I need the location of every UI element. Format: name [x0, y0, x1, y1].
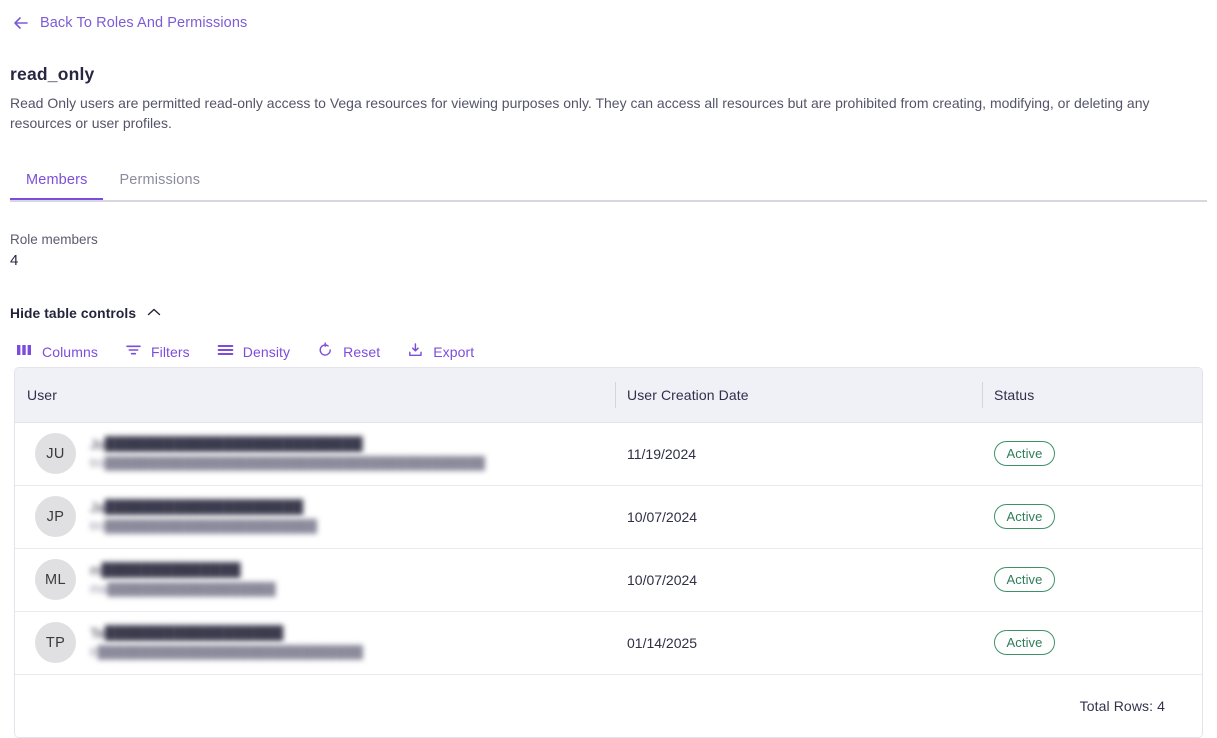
cell-creation-date: 10/07/2024	[615, 485, 982, 549]
user-text: Ja████████████████████ tro██████████████…	[90, 499, 317, 534]
user-email: tro████████████████████████	[90, 519, 318, 533]
cell-status: Active	[982, 548, 1202, 612]
cell-status: Active	[982, 422, 1202, 486]
table-row[interactable]: JP Ja████████████████████ tro███████████…	[15, 485, 1202, 549]
user-text: Te██████████████████ tr█████████████████…	[90, 625, 363, 660]
total-rows-label: Total Rows: 4	[1079, 697, 1165, 714]
tab-permissions[interactable]: Permissions	[103, 164, 216, 200]
table-toolbar: Columns Filters Density Reset Export	[14, 339, 499, 364]
cell-creation-date: 10/07/2024	[615, 548, 982, 612]
members-table: User User Creation Date Status JU Jo████…	[15, 368, 1202, 675]
table-header-row: User User Creation Date Status	[15, 368, 1202, 423]
tab-members[interactable]: Members	[10, 164, 103, 200]
user-name: Jo██████████████████████████	[90, 436, 363, 452]
back-link-label: Back To Roles And Permissions	[40, 14, 248, 31]
table-footer: Total Rows: 4	[15, 674, 1202, 737]
role-members-count: 4	[10, 252, 19, 269]
hide-table-controls-label: Hide table controls	[10, 305, 137, 321]
chevron-up-icon	[147, 304, 161, 322]
cell-user: JP Ja████████████████████ tro███████████…	[15, 485, 615, 549]
download-icon	[407, 342, 424, 361]
role-description: Read Only users are permitted read-only …	[10, 95, 1150, 131]
reset-label: Reset	[343, 343, 381, 360]
cell-status: Active	[982, 611, 1202, 675]
filter-icon	[125, 342, 142, 361]
filters-label: Filters	[150, 343, 190, 360]
columns-label: Columns	[42, 343, 98, 360]
user-identity: ML m██████████████ ma███████████████████	[27, 559, 615, 600]
user-email: tro█████████████████████████████████████…	[90, 456, 486, 470]
role-members-label: Role members	[10, 232, 98, 247]
tablist: Members Permissions	[10, 164, 1207, 202]
page-title: read_only	[10, 64, 95, 84]
user-name: m██████████████	[90, 562, 241, 578]
hide-table-controls-toggle[interactable]: Hide table controls	[10, 304, 161, 322]
role-header: read_only Read Only users are permitted …	[10, 64, 1203, 133]
column-header-status[interactable]: Status	[982, 368, 1202, 423]
arrow-left-icon	[12, 14, 30, 32]
user-identity: TP Te██████████████████ tr██████████████…	[27, 622, 615, 663]
status-badge: Active	[994, 504, 1055, 529]
user-email: tr██████████████████████████████	[90, 645, 364, 659]
user-identity: JP Ja████████████████████ tro███████████…	[27, 496, 615, 537]
avatar: JP	[35, 496, 76, 537]
members-table-card: User User Creation Date Status JU Jo████…	[14, 367, 1203, 738]
cell-user: TP Te██████████████████ tr██████████████…	[15, 611, 615, 675]
status-badge: Active	[994, 567, 1055, 592]
tabs-container: Members Permissions	[10, 164, 1207, 202]
back-to-roles-and-permissions-link[interactable]: Back To Roles And Permissions	[12, 14, 247, 32]
cell-creation-date: 01/14/2025	[615, 611, 982, 675]
table-row[interactable]: TP Te██████████████████ tr██████████████…	[15, 611, 1202, 675]
reset-button[interactable]: Reset	[315, 339, 389, 364]
user-name: Ja████████████████████	[90, 499, 304, 515]
density-icon	[217, 342, 234, 361]
status-badge: Active	[994, 441, 1055, 466]
reset-icon	[317, 342, 334, 361]
table-row[interactable]: ML m██████████████ ma███████████████████…	[15, 548, 1202, 612]
column-header-user-creation-date[interactable]: User Creation Date	[615, 368, 982, 423]
table-body: JU Jo██████████████████████████ tro█████…	[15, 422, 1202, 675]
columns-icon	[16, 342, 33, 361]
user-email: ma███████████████████	[90, 582, 276, 596]
avatar: JU	[35, 433, 76, 474]
cell-creation-date: 11/19/2024	[615, 422, 982, 486]
user-name: Te██████████████████	[90, 625, 284, 641]
cell-status: Active	[982, 485, 1202, 549]
user-text: m██████████████ ma███████████████████	[90, 562, 276, 597]
column-header-user[interactable]: User	[15, 368, 615, 423]
filters-button[interactable]: Filters	[123, 339, 199, 364]
avatar: ML	[35, 559, 76, 600]
avatar: TP	[35, 622, 76, 663]
role-members-summary: Role members 4	[10, 231, 98, 272]
density-label: Density	[242, 343, 291, 360]
user-identity: JU Jo██████████████████████████ tro█████…	[27, 433, 615, 474]
export-label: Export	[433, 343, 475, 360]
cell-user: ML m██████████████ ma███████████████████	[15, 548, 615, 612]
cell-user: JU Jo██████████████████████████ tro█████…	[15, 422, 615, 486]
user-text: Jo██████████████████████████ tro████████…	[90, 436, 485, 471]
columns-button[interactable]: Columns	[14, 339, 107, 364]
export-button[interactable]: Export	[405, 339, 483, 364]
table-header: User User Creation Date Status	[15, 368, 1202, 423]
table-row[interactable]: JU Jo██████████████████████████ tro█████…	[15, 422, 1202, 486]
status-badge: Active	[994, 630, 1055, 655]
density-button[interactable]: Density	[215, 339, 299, 364]
